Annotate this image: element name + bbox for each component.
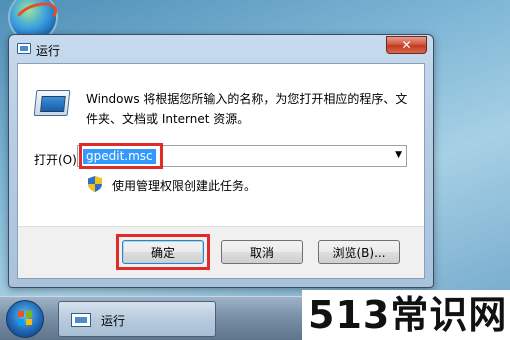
cancel-button-label: 取消 — [249, 245, 274, 260]
ok-button[interactable]: 确定 — [122, 240, 204, 264]
run-program-icon — [33, 90, 71, 116]
run-dialog: 运行 ✕ Windows 将根据您所输入的名称，为您打开相应的程序、文件夹、文档… — [8, 34, 434, 288]
watermark: 513常识网 — [302, 290, 510, 340]
ok-button-label: 确定 — [150, 245, 175, 260]
shield-icon — [88, 176, 102, 192]
dialog-body: Windows 将根据您所输入的名称，为您打开相应的程序、文件夹、文档或 Int… — [17, 63, 425, 279]
browse-button-label: 浏览(B)... — [332, 245, 386, 260]
browse-button[interactable]: 浏览(B)... — [318, 240, 400, 264]
title-bar[interactable]: 运行 ✕ — [9, 35, 433, 63]
close-button[interactable]: ✕ — [386, 36, 427, 54]
button-bar: 确定 取消 浏览(B)... — [18, 226, 424, 278]
open-input-value[interactable]: gpedit.msc — [83, 149, 156, 164]
taskbar-item-label: 运行 — [101, 314, 126, 328]
taskbar-item-run[interactable]: 运行 — [58, 301, 216, 337]
admin-note: 使用管理权限创建此任务。 — [112, 179, 257, 193]
window-title: 运行 — [36, 44, 61, 58]
windows-start-icon[interactable] — [6, 300, 44, 338]
cancel-button[interactable]: 取消 — [221, 240, 303, 264]
dropdown-arrow-icon[interactable]: ▼ — [395, 150, 402, 160]
open-label: 打开(O): — [34, 153, 81, 167]
run-icon — [71, 313, 91, 327]
close-icon: ✕ — [401, 38, 412, 52]
run-icon — [17, 43, 31, 54]
dialog-description: Windows 将根据您所输入的名称，为您打开相应的程序、文件夹、文档或 Int… — [86, 92, 408, 126]
open-combobox[interactable]: gpedit.msc ▼ — [77, 145, 407, 167]
